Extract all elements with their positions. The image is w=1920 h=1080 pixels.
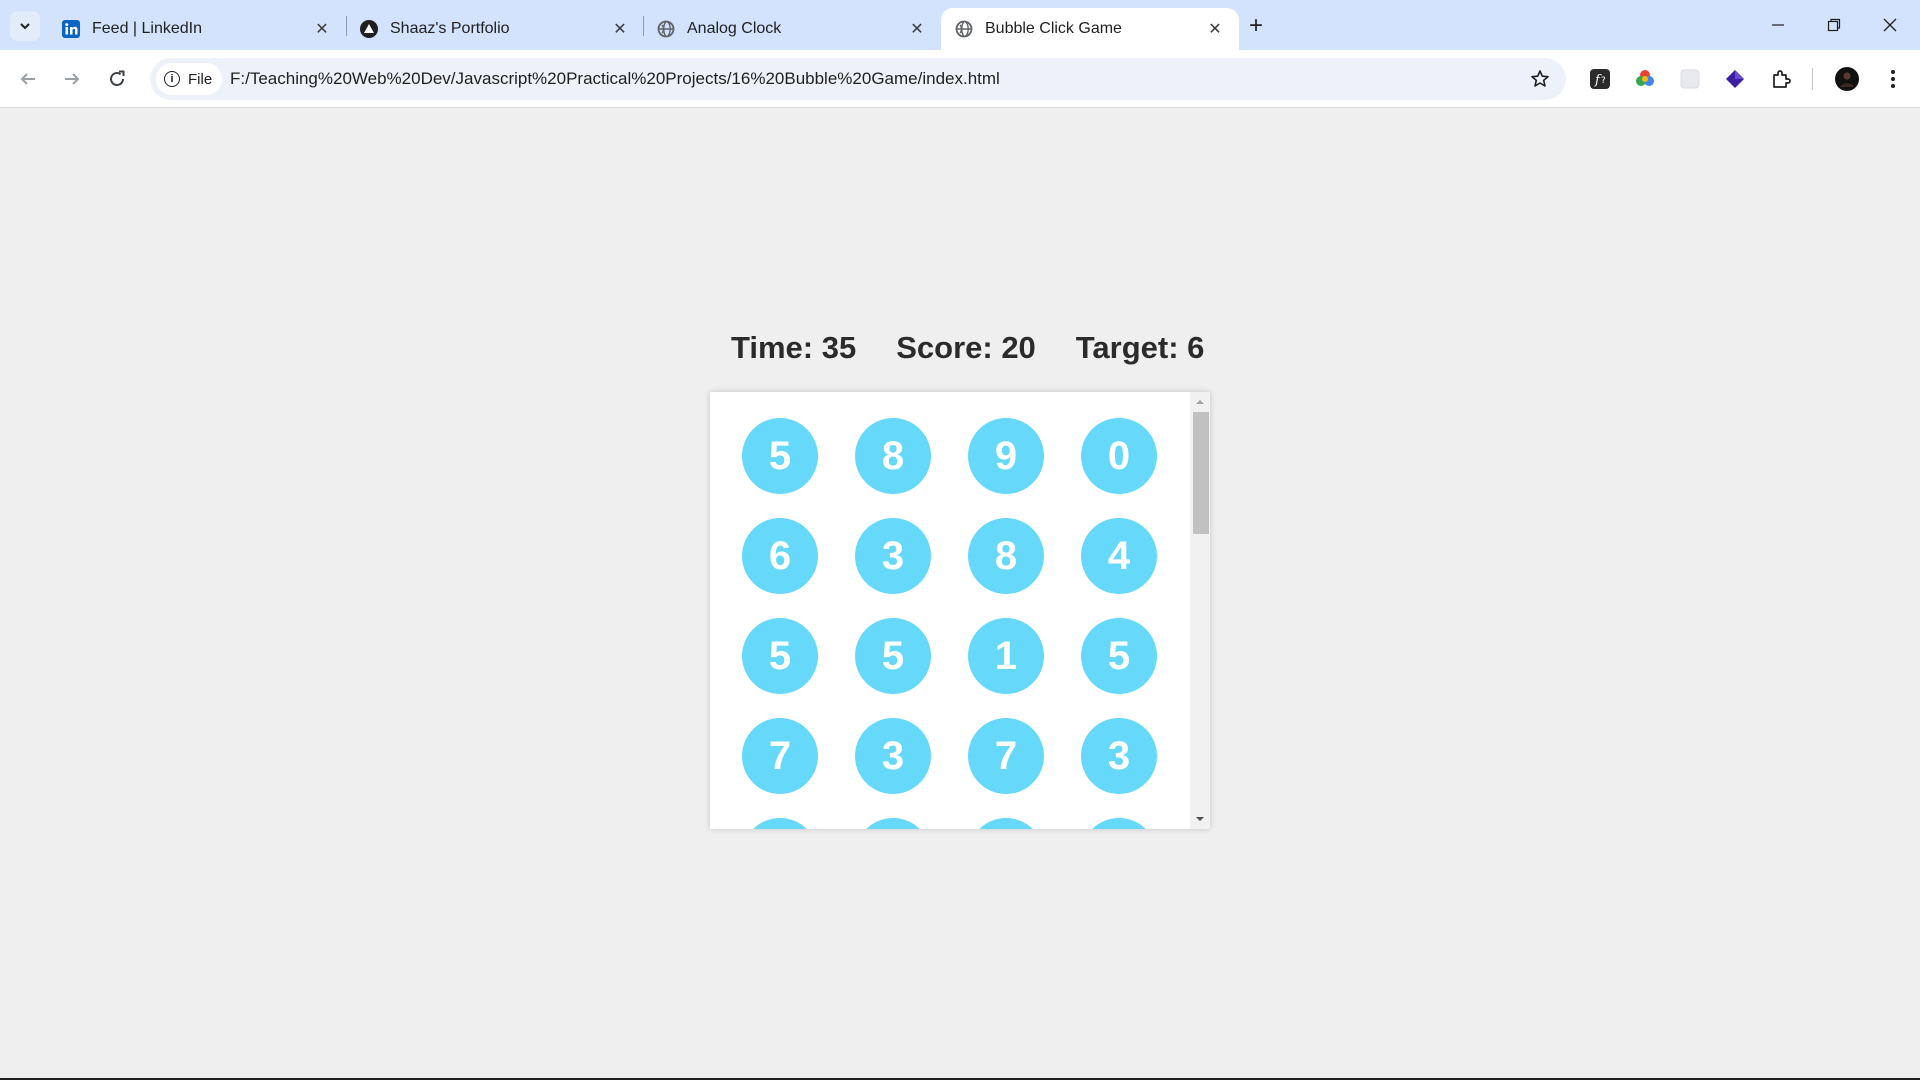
toolbar-divider	[1812, 68, 1813, 90]
tab-strip: Feed | LinkedIn ✕ Shaaz's Portfolio ✕ An…	[0, 0, 1920, 50]
tab-bubble-click-game[interactable]: Bubble Click Game ✕	[941, 8, 1239, 50]
target-display: Target: 6	[1075, 330, 1205, 365]
tab-analog-clock[interactable]: Analog Clock ✕	[643, 8, 941, 50]
font-extension-icon[interactable]: f?	[1587, 66, 1613, 92]
bubble[interactable]: 8	[968, 518, 1044, 594]
puzzle-extensions-icon[interactable]	[1768, 66, 1794, 92]
bubble[interactable]	[968, 818, 1044, 829]
bubble[interactable]	[742, 818, 818, 829]
reload-button[interactable]	[101, 63, 133, 95]
bubble[interactable]: 4	[1081, 518, 1157, 594]
bubble[interactable]: 0	[1081, 418, 1157, 494]
bubble[interactable]: 7	[968, 718, 1044, 794]
close-window-button[interactable]	[1862, 0, 1918, 50]
tab-portfolio[interactable]: Shaaz's Portfolio ✕	[346, 8, 644, 50]
bubble[interactable]: 3	[1081, 718, 1157, 794]
linkedin-icon	[62, 20, 80, 38]
bubble[interactable]: 3	[855, 718, 931, 794]
color-picker-extension-icon[interactable]	[1632, 66, 1658, 92]
reload-icon	[110, 70, 125, 86]
bubble[interactable]: 9	[968, 418, 1044, 494]
address-bar[interactable]: i File F:/Teaching%20Web%20Dev/Javascrip…	[150, 58, 1566, 100]
bubble[interactable]: 7	[742, 718, 818, 794]
minimize-button[interactable]	[1750, 0, 1806, 50]
plus-icon: +	[1248, 12, 1263, 39]
bubble[interactable]: 3	[855, 518, 931, 594]
browser-menu-button[interactable]	[1880, 66, 1906, 92]
close-icon	[1883, 18, 1897, 32]
scrollbar-thumb[interactable]	[1193, 412, 1209, 534]
new-tab-button[interactable]: +	[1242, 12, 1270, 40]
tab-title: Analog Clock	[687, 20, 782, 37]
diamond-extension-icon[interactable]	[1722, 66, 1748, 92]
info-icon: i	[164, 71, 180, 87]
more-vertical-icon	[1891, 70, 1895, 88]
close-tab-icon[interactable]: ✕	[610, 19, 630, 39]
site-info-label: File	[188, 70, 213, 88]
chevron-down-icon	[20, 23, 30, 30]
bubble[interactable]	[855, 818, 931, 829]
triangle-logo-icon	[360, 20, 378, 38]
arrow-right-icon	[65, 73, 80, 85]
arrow-left-icon	[20, 73, 35, 85]
tab-title: Feed | LinkedIn	[92, 20, 203, 37]
time-display: Time: 35	[731, 330, 857, 365]
bubble[interactable]: 6	[742, 518, 818, 594]
bubble-grid: 5890638455157373	[742, 418, 1157, 829]
avatar[interactable]	[1834, 66, 1860, 92]
bubble[interactable]: 5	[1081, 618, 1157, 694]
bubble-board[interactable]: 5890638455157373	[710, 392, 1210, 829]
back-button[interactable]	[12, 63, 44, 95]
minimize-icon	[1772, 24, 1784, 26]
close-tab-icon[interactable]: ✕	[907, 19, 927, 39]
tab-search-button[interactable]	[10, 11, 40, 41]
globe-icon	[955, 20, 973, 38]
scroll-up-arrow[interactable]	[1190, 394, 1210, 410]
svg-text:?: ?	[1601, 76, 1606, 86]
restore-button[interactable]	[1806, 0, 1862, 50]
scrollbar[interactable]	[1190, 392, 1210, 829]
bubble[interactable]: 5	[742, 418, 818, 494]
url-text[interactable]: F:/Teaching%20Web%20Dev/Javascript%20Pra…	[230, 69, 1000, 89]
blank-extension-icon[interactable]	[1677, 66, 1703, 92]
scroll-down-arrow[interactable]	[1190, 811, 1210, 827]
bubble[interactable]: 5	[855, 618, 931, 694]
bookmark-star-button[interactable]	[1528, 67, 1552, 91]
bubble[interactable]: 5	[742, 618, 818, 694]
close-tab-icon[interactable]: ✕	[312, 19, 332, 39]
tab-title: Bubble Click Game	[985, 20, 1122, 37]
globe-icon	[657, 20, 675, 38]
restore-icon	[1827, 18, 1841, 32]
close-tab-icon[interactable]: ✕	[1205, 19, 1225, 39]
site-info-chip[interactable]: i File	[156, 63, 223, 95]
tab-linkedin[interactable]: Feed | LinkedIn ✕	[48, 8, 346, 50]
bubble[interactable]	[1081, 818, 1157, 829]
tab-title: Shaaz's Portfolio	[390, 20, 510, 37]
forward-button[interactable]	[56, 63, 88, 95]
star-icon	[1531, 70, 1549, 87]
bubble[interactable]: 8	[855, 418, 931, 494]
score-display: Score: 20	[896, 330, 1036, 365]
bubble[interactable]: 1	[968, 618, 1044, 694]
